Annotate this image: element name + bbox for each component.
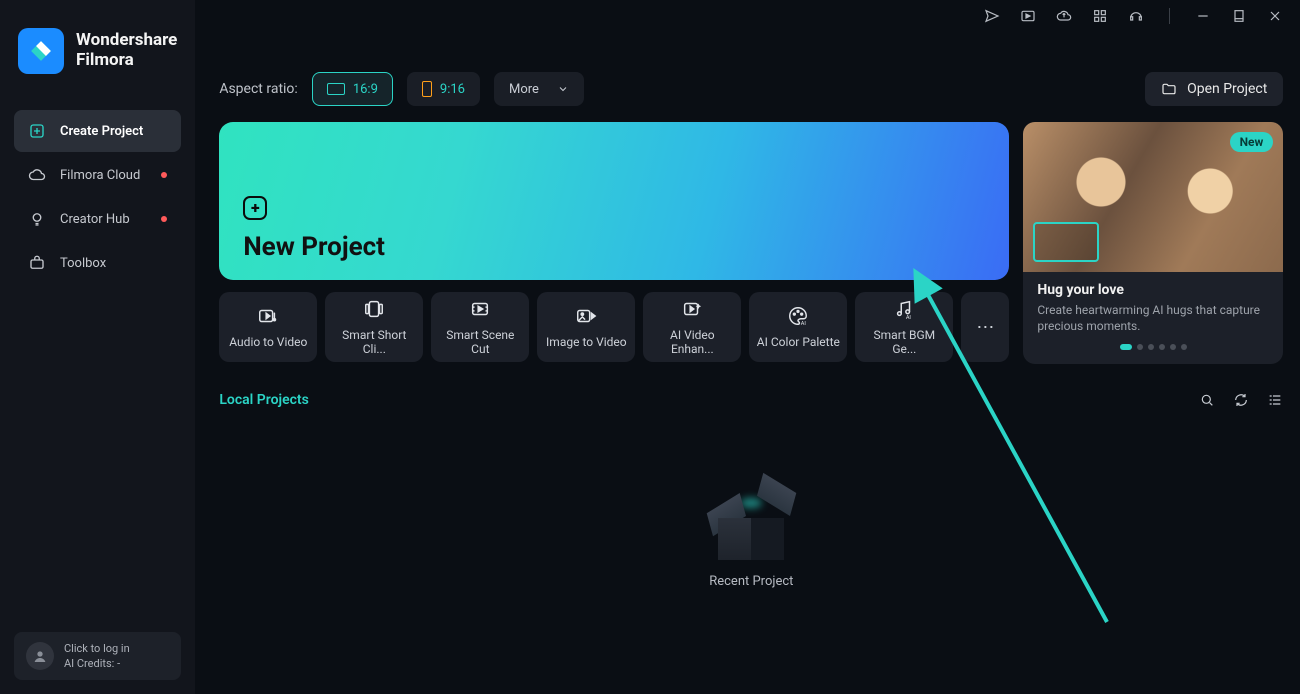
tool-label: Smart Short Cli... — [331, 328, 417, 356]
account-card[interactable]: Click to log in AI Credits: - — [14, 632, 181, 680]
empty-state-label: Recent Project — [709, 574, 793, 589]
app-logo: Wondershare Filmora — [18, 28, 177, 74]
login-prompt: Click to log in — [64, 642, 130, 655]
tool-label: Audio to Video — [229, 335, 307, 349]
sidebar-item-filmora-cloud[interactable]: Filmora Cloud — [14, 154, 181, 196]
image-video-icon — [575, 305, 597, 327]
sidebar-item-label: Creator Hub — [60, 212, 130, 227]
credits-line: AI Credits: - — [64, 657, 130, 670]
promo-pip-overlay — [1033, 222, 1099, 262]
tool-label: Smart Scene Cut — [437, 328, 523, 356]
pill-label: 16:9 — [353, 82, 378, 97]
tool-label: Image to Video — [546, 335, 627, 349]
portrait-icon — [422, 81, 432, 97]
music-ai-icon: AI — [893, 298, 915, 320]
promo-pagination-dots[interactable] — [1037, 344, 1269, 350]
sidebar-item-toolbox[interactable]: Toolbox — [14, 242, 181, 284]
aspect-9-16-button[interactable]: 9:16 — [407, 72, 480, 106]
tool-label: Smart BGM Ge... — [861, 328, 947, 356]
chevron-down-icon — [557, 83, 569, 95]
open-project-label: Open Project — [1187, 81, 1267, 97]
app-root: Wondershare Filmora Create Project Filmo… — [0, 0, 1300, 694]
bulb-icon — [28, 210, 46, 228]
sidebar-nav: Create Project Filmora Cloud Creator Hub… — [14, 110, 181, 284]
toolbox-icon — [28, 254, 46, 272]
sidebar-item-label: Filmora Cloud — [60, 168, 140, 183]
sidebar-item-label: Create Project — [60, 124, 143, 139]
audio-video-icon — [257, 305, 279, 327]
content-row: + New Project Audio to Video Smart Short… — [219, 122, 1283, 364]
local-projects-title: Local Projects — [219, 392, 309, 408]
empty-box-illustration — [706, 488, 796, 560]
tool-audio-to-video[interactable]: Audio to Video — [219, 292, 317, 362]
short-clip-icon — [363, 298, 385, 320]
tool-smart-scene-cut[interactable]: Smart Scene Cut — [431, 292, 529, 362]
palette-icon: AI — [787, 305, 809, 327]
left-column: + New Project Audio to Video Smart Short… — [219, 122, 1009, 364]
empty-state: Recent Project — [219, 488, 1283, 589]
avatar-icon — [26, 642, 54, 670]
hero-title: New Project — [243, 232, 985, 262]
local-projects-header: Local Projects — [219, 392, 1283, 408]
tool-label: AI Video Enhan... — [649, 328, 735, 356]
sidebar: Wondershare Filmora Create Project Filmo… — [0, 0, 195, 694]
tool-smart-short-clip[interactable]: Smart Short Cli... — [325, 292, 423, 362]
new-project-hero[interactable]: + New Project — [219, 122, 1009, 280]
svg-text:AI: AI — [906, 315, 912, 320]
cloud-icon — [28, 166, 46, 184]
scene-cut-icon — [469, 298, 491, 320]
search-icon[interactable] — [1199, 392, 1215, 408]
sidebar-item-creator-hub[interactable]: Creator Hub — [14, 198, 181, 240]
tool-label: AI Color Palette — [757, 335, 840, 349]
folder-icon — [1161, 81, 1177, 97]
tool-ai-color-palette[interactable]: AI AI Color Palette — [749, 292, 847, 362]
tool-smart-bgm-generator[interactable]: AI Smart BGM Ge... — [855, 292, 953, 362]
pill-label: More — [509, 82, 539, 97]
landscape-icon — [327, 83, 345, 95]
enhance-icon — [681, 298, 703, 320]
list-view-icon[interactable] — [1267, 392, 1283, 408]
notification-dot — [161, 172, 167, 178]
sidebar-item-label: Toolbox — [60, 256, 106, 271]
logo-mark-icon — [18, 28, 64, 74]
top-row: Aspect ratio: 16:9 9:16 More Open Projec… — [219, 72, 1283, 106]
plus-square-icon — [28, 122, 46, 140]
notification-dot — [161, 216, 167, 222]
svg-text:AI: AI — [801, 321, 807, 327]
main-area: Aspect ratio: 16:9 9:16 More Open Projec… — [195, 0, 1300, 694]
aspect-more-button[interactable]: More — [494, 72, 584, 106]
promo-title: Hug your love — [1037, 282, 1269, 298]
promo-image: New — [1023, 122, 1283, 272]
aspect-ratio-label: Aspect ratio: — [219, 81, 297, 97]
refresh-icon[interactable] — [1233, 392, 1249, 408]
ellipsis-icon: ⋯ — [976, 317, 994, 338]
tool-more-button[interactable]: ⋯ — [961, 292, 1009, 362]
pill-label: 9:16 — [440, 82, 465, 97]
tool-row: Audio to Video Smart Short Cli... Smart … — [219, 292, 1009, 362]
tool-image-to-video[interactable]: Image to Video — [537, 292, 635, 362]
tool-ai-video-enhancer[interactable]: AI Video Enhan... — [643, 292, 741, 362]
promo-new-badge: New — [1230, 132, 1274, 152]
brand-line-2: Filmora — [76, 51, 177, 71]
promo-card[interactable]: New Hug your love Create heartwarming AI… — [1023, 122, 1283, 364]
plus-icon: + — [243, 196, 267, 220]
brand-line-1: Wondershare — [76, 31, 177, 51]
sidebar-item-create-project[interactable]: Create Project — [14, 110, 181, 152]
open-project-button[interactable]: Open Project — [1145, 72, 1283, 106]
aspect-16-9-button[interactable]: 16:9 — [312, 72, 393, 106]
promo-description: Create heartwarming AI hugs that capture… — [1037, 302, 1269, 334]
